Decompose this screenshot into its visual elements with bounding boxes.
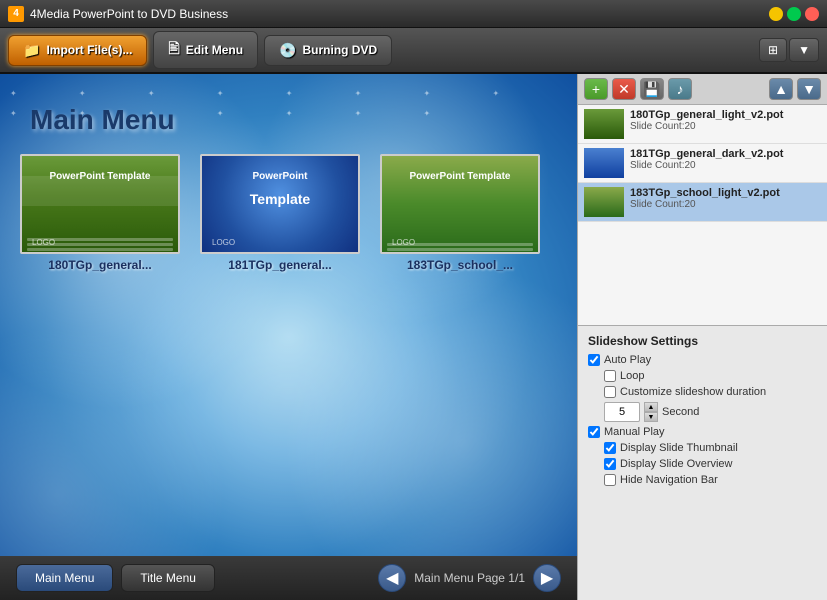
move-up-button[interactable]: ▲ (769, 78, 793, 100)
duration-row: ▲ ▼ Second (588, 402, 817, 422)
auto-play-row: Auto Play (588, 354, 817, 366)
thumb-label-2: 181TGp_general... (228, 258, 331, 272)
display-overview-row: Display Slide Overview (588, 458, 817, 470)
customize-duration-label: Customize slideshow duration (620, 386, 766, 398)
add-file-button[interactable]: + (584, 78, 608, 100)
thumb-text2-1: PowerPoint (212, 171, 348, 182)
file-count-2: Slide Count:20 (630, 160, 821, 171)
burning-dvd-button[interactable]: 💿 Burning DVD (264, 35, 392, 66)
move-down-button[interactable]: ▼ (797, 78, 821, 100)
file-thumb-1 (584, 109, 624, 139)
page-info: Main Menu Page 1/1 (414, 571, 525, 585)
preview-title: Main Menu (30, 104, 175, 136)
preview-area: Main Menu PowerPoint Template LOGO 180TG… (0, 74, 577, 600)
manual-play-row: Manual Play (588, 426, 817, 438)
file-thumb-3 (584, 187, 624, 217)
thumb-image-1: PowerPoint Template LOGO (20, 154, 180, 254)
spinner-down-button[interactable]: ▼ (644, 412, 658, 422)
display-thumbnail-checkbox[interactable] (604, 442, 616, 454)
manual-play-label: Manual Play (604, 426, 665, 438)
hide-nav-row: Hide Navigation Bar (588, 474, 817, 486)
auto-play-label: Auto Play (604, 354, 651, 366)
save-file-button[interactable]: 💾 (640, 78, 664, 100)
toolbar-right-controls: ⊞ ▼ (759, 38, 819, 62)
remove-file-button[interactable]: ✕ (612, 78, 636, 100)
edit-menu-button[interactable]: 🖹 Edit Menu (153, 31, 258, 69)
file-name-3: 183TGp_school_light_v2.pot (630, 187, 821, 199)
display-thumbnail-row: Display Slide Thumbnail (588, 442, 817, 454)
file-name-1: 180TGp_general_light_v2.pot (630, 109, 821, 121)
thumb-logo-2: LOGO (212, 238, 235, 247)
thumb-text3-1: PowerPoint Template (392, 171, 528, 182)
file-item-1[interactable]: 180TGp_general_light_v2.pot Slide Count:… (578, 105, 827, 144)
thumb-label-3: 183TGp_school_... (407, 258, 513, 272)
customize-duration-row: Customize slideshow duration (588, 386, 817, 398)
import-icon: 📁 (23, 42, 40, 59)
auto-play-checkbox[interactable] (588, 354, 600, 366)
file-item-3[interactable]: 183TGp_school_light_v2.pot Slide Count:2… (578, 183, 827, 222)
thumb-image-2: PowerPoint Template LOGO (200, 154, 360, 254)
loop-checkbox[interactable] (604, 370, 616, 382)
thumb-image-3: PowerPoint Template LOGO (380, 154, 540, 254)
thumbnail-item-3[interactable]: PowerPoint Template LOGO 183TGp_school_.… (380, 154, 540, 272)
hide-nav-checkbox[interactable] (604, 474, 616, 486)
file-item-2[interactable]: 181TGp_general_dark_v2.pot Slide Count:2… (578, 144, 827, 183)
slideshow-settings: Slideshow Settings Auto Play Loop Custom… (578, 325, 827, 498)
thumb-logo-1: LOGO (32, 238, 55, 247)
import-files-button[interactable]: 📁 Import File(s)... (8, 35, 147, 66)
burning-icon: 💿 (279, 42, 296, 59)
thumbnails-grid: PowerPoint Template LOGO 180TGp_general.… (20, 154, 567, 272)
file-list-toolbar: + ✕ 💾 ♪ ▲ ▼ (578, 74, 827, 105)
next-page-button[interactable]: ▶ (533, 564, 561, 592)
display-thumbnail-label: Display Slide Thumbnail (620, 442, 738, 454)
thumbnail-item-1[interactable]: PowerPoint Template LOGO 180TGp_general.… (20, 154, 180, 272)
manual-play-checkbox[interactable] (588, 426, 600, 438)
settings-title: Slideshow Settings (588, 334, 817, 348)
file-count-1: Slide Count:20 (630, 121, 821, 132)
app-title: 4Media PowerPoint to DVD Business (30, 7, 769, 21)
app-icon: 4 (8, 6, 24, 22)
prev-page-button[interactable]: ◀ (378, 564, 406, 592)
file-count-3: Slide Count:20 (630, 199, 821, 210)
thumb-logo-3: LOGO (392, 238, 415, 247)
file-list: 180TGp_general_light_v2.pot Slide Count:… (578, 105, 827, 325)
thumb-label-1: 180TGp_general... (48, 258, 151, 272)
file-name-2: 181TGp_general_dark_v2.pot (630, 148, 821, 160)
title-bar: 4 4Media PowerPoint to DVD Business (0, 0, 827, 28)
thumb-text-1: PowerPoint Template (32, 171, 168, 182)
toolbar: 📁 Import File(s)... 🖹 Edit Menu 💿 Burnin… (0, 28, 827, 74)
maximize-button[interactable] (787, 7, 801, 21)
duration-spinner: ▲ ▼ (644, 402, 658, 422)
display-overview-label: Display Slide Overview (620, 458, 732, 470)
customize-duration-checkbox[interactable] (604, 386, 616, 398)
main-area: Main Menu PowerPoint Template LOGO 180TG… (0, 74, 827, 600)
hide-nav-label: Hide Navigation Bar (620, 474, 718, 486)
bottom-bar: Main Menu Title Menu ◀ Main Menu Page 1/… (0, 556, 577, 600)
toolbar-dropdown-button[interactable]: ▼ (789, 38, 819, 62)
loop-label: Loop (620, 370, 644, 382)
second-label: Second (662, 406, 699, 418)
duration-input[interactable] (604, 402, 640, 422)
main-menu-button[interactable]: Main Menu (16, 564, 113, 592)
minimize-button[interactable] (769, 7, 783, 21)
file-thumb-2 (584, 148, 624, 178)
toolbar-grid-button[interactable]: ⊞ (759, 38, 787, 62)
thumbnail-item-2[interactable]: PowerPoint Template LOGO 181TGp_general.… (200, 154, 360, 272)
title-menu-button[interactable]: Title Menu (121, 564, 215, 592)
loop-row: Loop (588, 370, 817, 382)
edit-menu-icon: 🖹 (168, 38, 179, 62)
spinner-up-button[interactable]: ▲ (644, 402, 658, 412)
display-overview-checkbox[interactable] (604, 458, 616, 470)
music-button[interactable]: ♪ (668, 78, 692, 100)
thumb-text2-2: Template (212, 191, 348, 207)
window-controls (769, 7, 819, 21)
right-panel: + ✕ 💾 ♪ ▲ ▼ 180TGp_general_light_v2.pot … (577, 74, 827, 600)
close-button[interactable] (805, 7, 819, 21)
